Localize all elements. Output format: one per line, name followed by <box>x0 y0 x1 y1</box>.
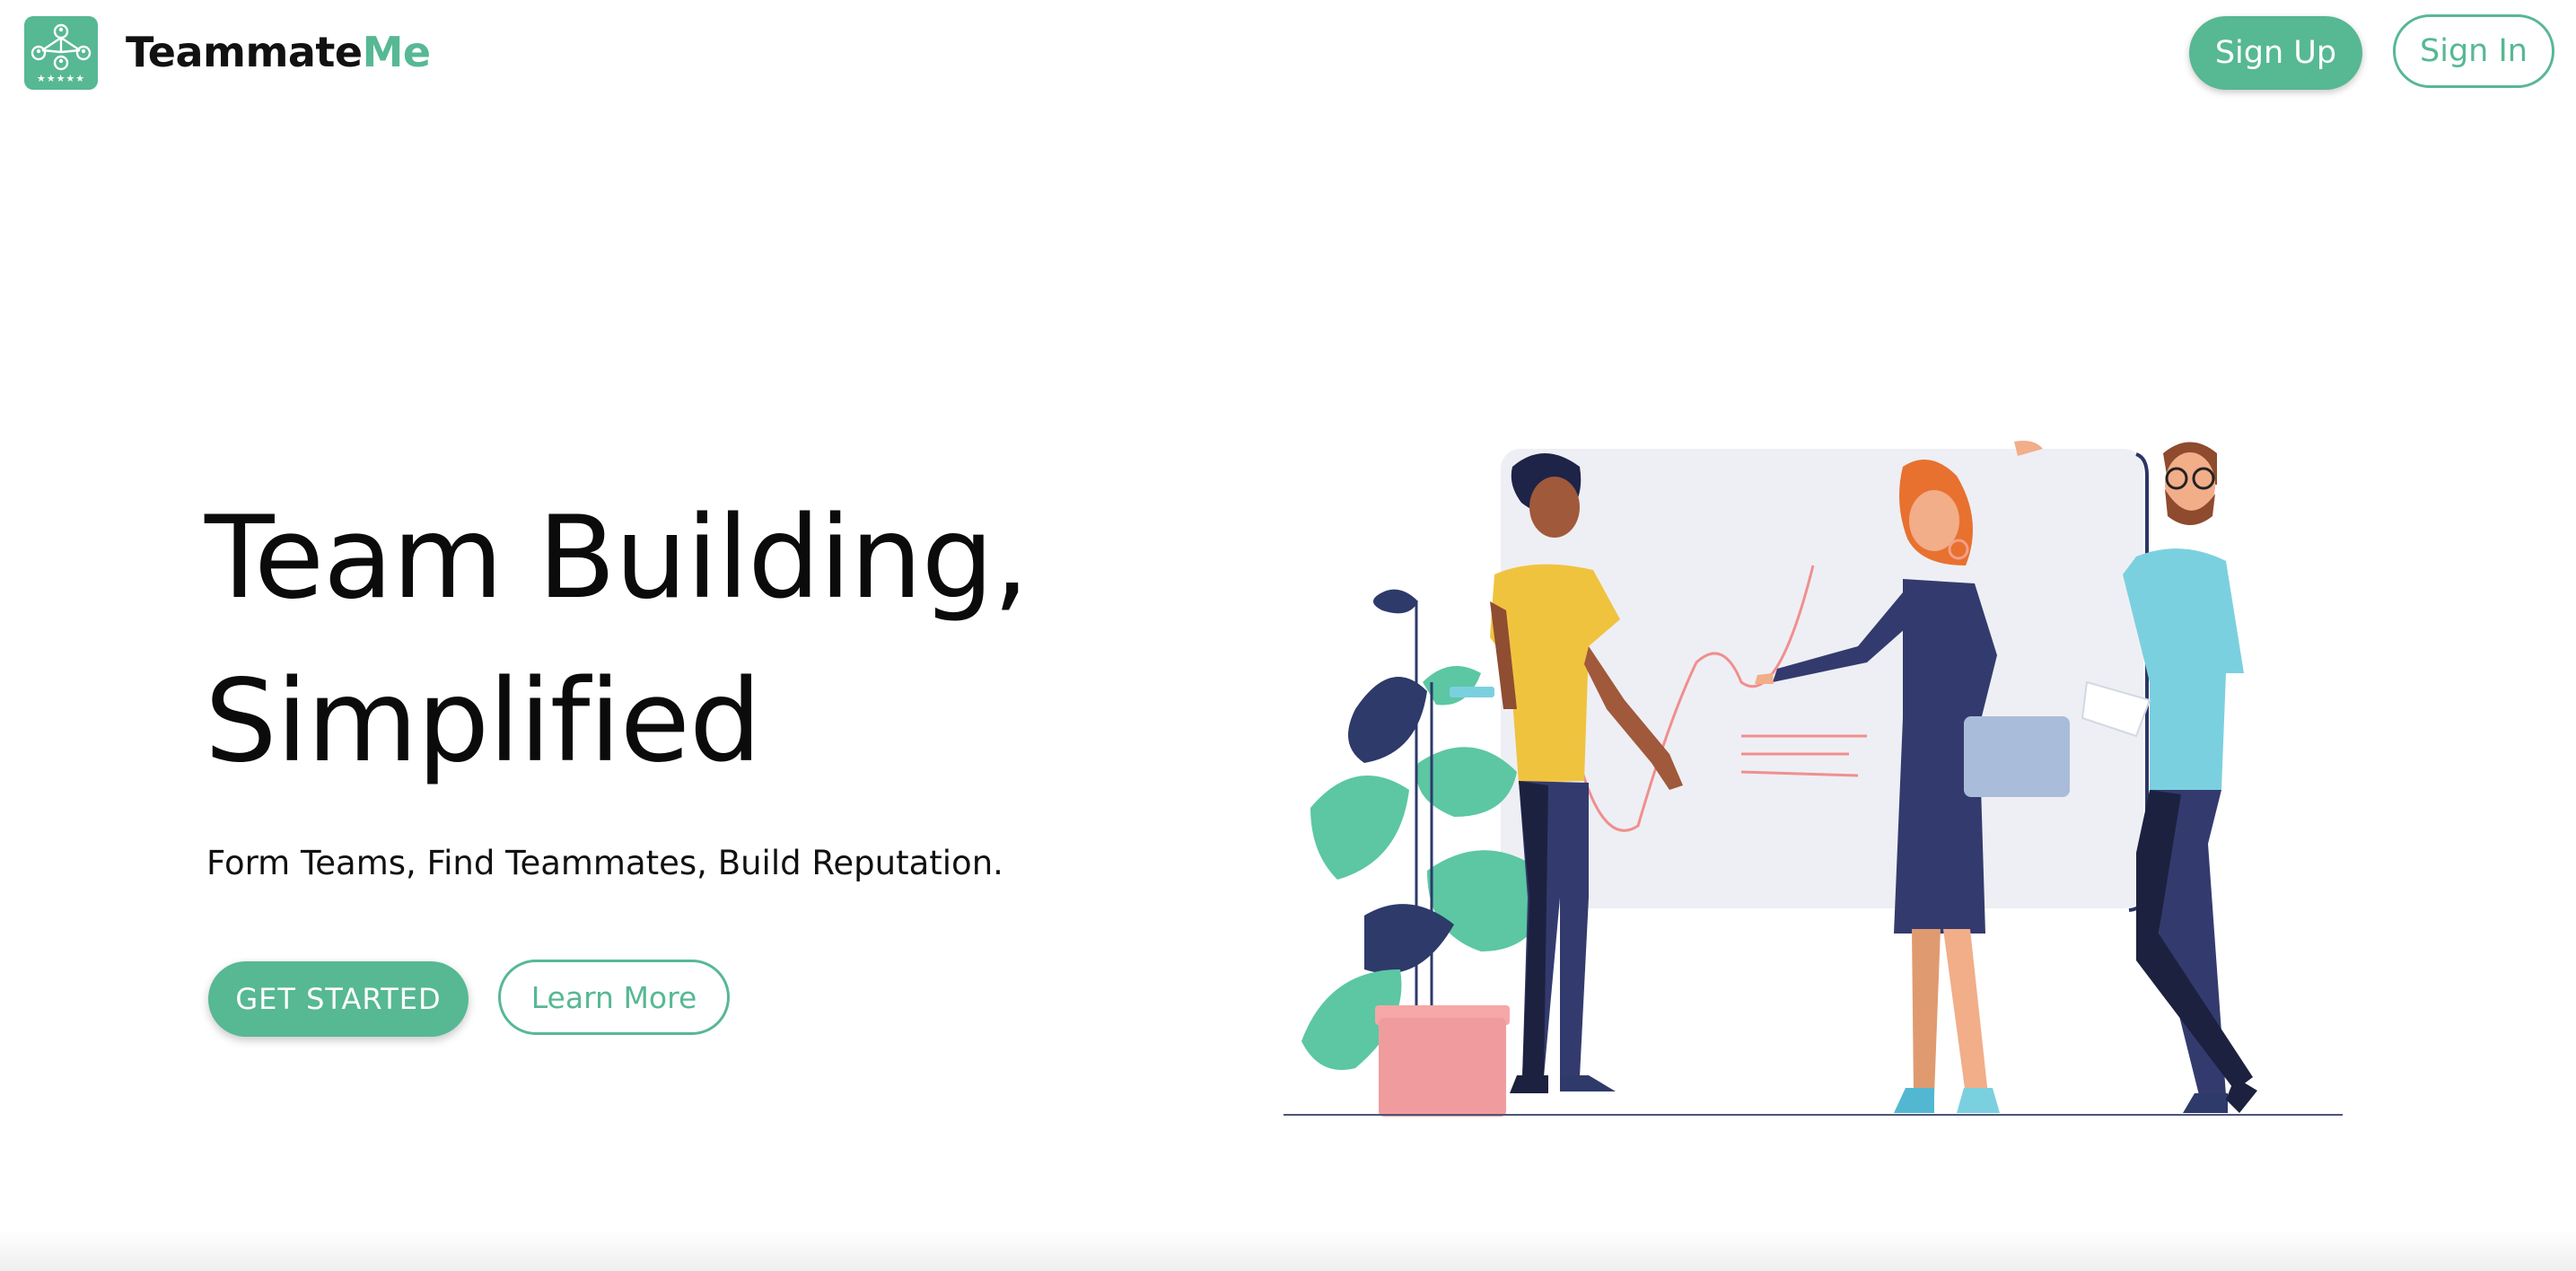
brand-name[interactable]: TeammateMe <box>126 27 431 77</box>
hero-subtitle: Form Teams, Find Teammates, Build Reputa… <box>206 844 1003 882</box>
hero-title-line-1: Team Building, <box>205 491 1030 624</box>
get-started-button[interactable]: GET STARTED <box>208 961 469 1037</box>
team-whiteboard-illustration <box>1275 431 2352 1131</box>
hero-title-line-2: Simplified <box>205 654 762 787</box>
brand-name-main: Teammate <box>126 28 363 76</box>
learn-more-button[interactable]: Learn More <box>498 960 730 1035</box>
hero-title: Team Building, Simplified <box>205 476 1192 802</box>
section-divider <box>0 1230 2576 1271</box>
brand-name-accent: Me <box>362 28 431 76</box>
sign-in-button[interactable]: Sign In <box>2393 14 2554 88</box>
svg-text:★★★★★: ★★★★★ <box>37 73 85 84</box>
logo-icon[interactable]: ★★★★★ <box>24 16 98 90</box>
sign-up-button[interactable]: Sign Up <box>2189 16 2362 90</box>
top-navbar: ★★★★★ TeammateMe Sign Up Sign In <box>0 0 2576 108</box>
